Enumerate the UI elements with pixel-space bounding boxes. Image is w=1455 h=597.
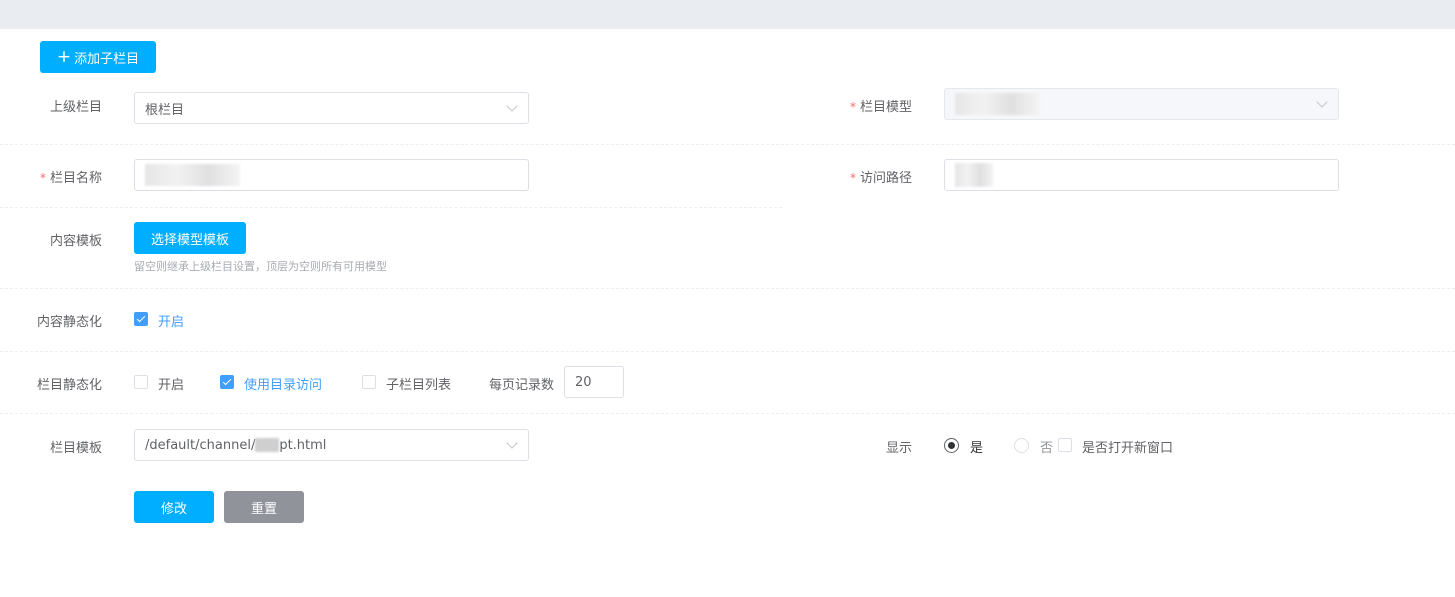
divider [0, 413, 1455, 414]
divider [0, 144, 1455, 145]
content-template-label: 内容模板 [49, 234, 102, 249]
chevron-down-icon [506, 437, 518, 449]
template-prefix: /default/channel/ [145, 437, 256, 453]
template-redacted [255, 438, 280, 452]
display-label: 显示 [885, 441, 912, 456]
channel-template-label: 栏目模板 [49, 441, 102, 456]
reset-button[interactable]: 重置 [224, 491, 304, 523]
select-model-template-button[interactable]: 选择模型模板 [134, 222, 246, 254]
content-static-checkbox[interactable] [134, 312, 148, 326]
parent-select[interactable]: 根栏目 [134, 92, 529, 124]
chevron-down-icon [1316, 96, 1328, 108]
page-size-input[interactable]: 20 [564, 366, 624, 398]
content-template-hint: 留空则继承上级栏目设置，顶层为空则所有可用模型 [134, 260, 387, 273]
page-size-label: 每页记录数 [489, 378, 555, 393]
plus-icon: + [56, 47, 72, 67]
new-window-checkbox[interactable] [1058, 438, 1072, 452]
divider [0, 207, 782, 208]
display-no-label[interactable]: 否 [1040, 437, 1053, 456]
content-static-option[interactable]: 开启 [158, 311, 184, 330]
directory-access-label[interactable]: 使用目录访问 [244, 374, 322, 393]
content-static-label: 内容静态化 [36, 315, 102, 330]
new-window-label[interactable]: 是否打开新窗口 [1082, 437, 1173, 456]
display-yes-label[interactable]: 是 [970, 437, 983, 456]
parent-value: 根栏目 [145, 102, 185, 118]
name-value-redacted [145, 164, 240, 186]
model-label: * 栏目模型 [849, 100, 912, 115]
channel-template-select[interactable]: /default/channel/pt.html [134, 429, 529, 461]
channel-static-enable-label[interactable]: 开启 [158, 374, 184, 393]
sub-channel-list-label[interactable]: 子栏目列表 [386, 374, 451, 393]
path-value-redacted [955, 163, 993, 187]
divider [0, 351, 1455, 352]
parent-label: 上级栏目 [49, 100, 102, 115]
model-value-redacted [955, 93, 1040, 115]
top-bar [0, 0, 1455, 29]
channel-static-label: 栏目静态化 [36, 378, 102, 393]
submit-button[interactable]: 修改 [134, 491, 214, 523]
template-suffix: pt.html [279, 437, 327, 453]
display-no-radio[interactable] [1014, 438, 1029, 453]
sub-channel-list-checkbox[interactable] [362, 375, 376, 389]
path-label: * 访问路径 [849, 171, 912, 186]
display-yes-radio[interactable] [944, 438, 959, 453]
channel-static-enable-checkbox[interactable] [134, 375, 148, 389]
name-input[interactable] [134, 159, 529, 191]
name-label: * 栏目名称 [39, 171, 102, 186]
directory-access-checkbox[interactable] [220, 375, 234, 389]
add-child-channel-button[interactable]: + 添加子栏目 [40, 41, 156, 73]
model-select[interactable] [944, 88, 1339, 120]
path-input[interactable] [944, 159, 1339, 191]
divider [0, 288, 1455, 289]
chevron-down-icon [506, 100, 518, 112]
